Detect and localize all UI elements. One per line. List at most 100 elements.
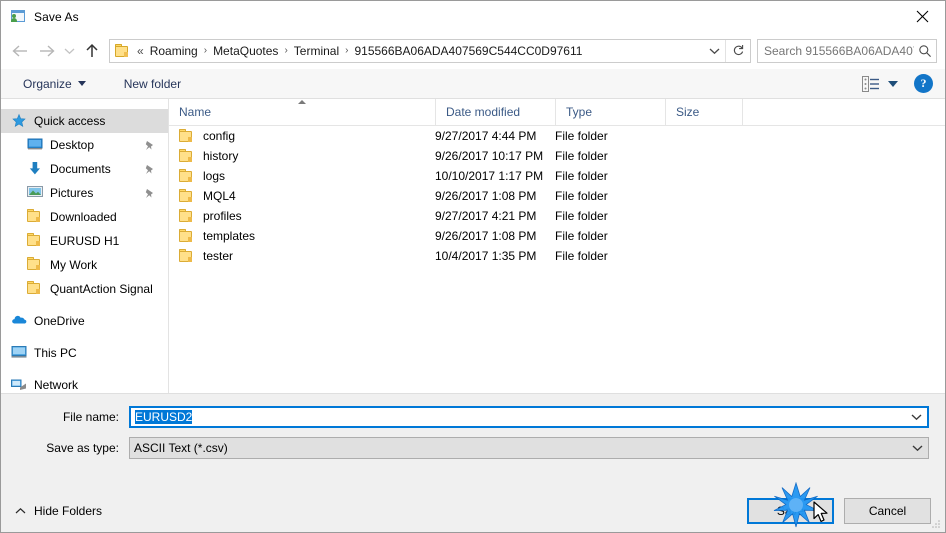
sidebar-item-quantaction-signal[interactable]: QuantAction Signal xyxy=(1,277,168,301)
sort-ascending-icon xyxy=(298,99,306,104)
folder-icon xyxy=(179,229,195,243)
chevron-up-icon xyxy=(15,504,26,518)
file-type: File folder xyxy=(555,229,608,243)
folder-icon xyxy=(179,149,195,163)
file-name-input[interactable]: EURUSD2 xyxy=(129,406,929,428)
onedrive-icon xyxy=(11,313,27,329)
breadcrumb-metaquotes[interactable]: MetaQuotes xyxy=(209,42,282,60)
folder-icon xyxy=(115,43,131,58)
pin-icon xyxy=(144,188,154,198)
navigation-bar: « Roaming › MetaQuotes › Terminal › 9155… xyxy=(1,32,945,69)
file-name: MQL4 xyxy=(203,189,236,203)
sidebar-item-onedrive[interactable]: OneDrive xyxy=(1,309,168,333)
close-button[interactable] xyxy=(899,1,945,31)
table-row[interactable]: logs 10/10/2017 1:17 PM File folder xyxy=(169,166,945,186)
save-as-type-select[interactable]: ASCII Text (*.csv) xyxy=(129,437,929,459)
folder-icon xyxy=(179,129,195,143)
table-row[interactable]: tester 10/4/2017 1:35 PM File folder xyxy=(169,246,945,266)
file-date-modified: 9/27/2017 4:44 PM xyxy=(435,129,537,143)
sidebar-item-pictures[interactable]: Pictures xyxy=(1,181,168,205)
breadcrumb-current-folder[interactable]: 915566BA06ADA407569C544CC0D97611 xyxy=(350,42,703,60)
recent-locations-button[interactable] xyxy=(59,38,79,64)
up-button[interactable] xyxy=(79,38,105,64)
folder-icon xyxy=(179,249,195,263)
column-header-spacer xyxy=(742,98,822,126)
sidebar-item-network[interactable]: Network xyxy=(1,373,168,393)
hide-folders-label: Hide Folders xyxy=(34,503,103,518)
organize-button[interactable]: Organize xyxy=(15,74,94,94)
window-title: Save As xyxy=(34,9,79,24)
search-box[interactable]: Search 915566BA06ADA40756... xyxy=(757,38,937,63)
file-date-modified: 9/26/2017 10:17 PM xyxy=(435,149,544,163)
column-label: Size xyxy=(676,105,700,119)
new-folder-button[interactable]: New folder xyxy=(116,74,189,94)
sidebar-item-quick-access[interactable]: Quick access xyxy=(1,109,168,133)
address-bar[interactable]: « Roaming › MetaQuotes › Terminal › 9155… xyxy=(109,38,751,63)
column-header-name[interactable]: Name xyxy=(169,99,435,126)
view-layout-icon[interactable] xyxy=(860,75,882,93)
table-row[interactable]: MQL4 9/26/2017 1:08 PM File folder xyxy=(169,186,945,206)
sidebar-item-documents[interactable]: Documents xyxy=(1,157,168,181)
folder-icon xyxy=(179,209,195,223)
file-name: profiles xyxy=(203,209,242,223)
file-date-modified: 9/26/2017 1:08 PM xyxy=(435,189,537,203)
help-icon[interactable]: ? xyxy=(914,74,933,93)
breadcrumb-terminal[interactable]: Terminal xyxy=(290,42,343,60)
column-label: Date modified xyxy=(446,105,521,119)
sidebar-item-my-work[interactable]: My Work xyxy=(1,253,168,277)
sidebar-item-label: My Work xyxy=(50,258,98,272)
breadcrumb-roaming[interactable]: Roaming xyxy=(146,42,202,60)
navigation-pane: Quick access Desktop Documents Pictures … xyxy=(1,99,169,393)
resize-grip-icon[interactable] xyxy=(930,518,942,530)
file-name: tester xyxy=(203,249,234,263)
save-form: File name: EURUSD2 Save as type: ASCII T… xyxy=(1,393,945,489)
chevron-down-icon[interactable] xyxy=(906,444,928,452)
chevron-down-icon xyxy=(77,81,86,86)
sidebar-item-this-pc[interactable]: This PC xyxy=(1,341,168,365)
sidebar-item-eurusd-h1[interactable]: EURUSD H1 xyxy=(1,229,168,253)
download-icon xyxy=(27,161,43,177)
back-button[interactable] xyxy=(7,38,33,64)
sidebar-item-downloaded[interactable]: Downloaded xyxy=(1,205,168,229)
file-type: File folder xyxy=(555,149,608,163)
hide-folders-button[interactable]: Hide Folders xyxy=(15,504,102,518)
chevron-down-icon[interactable] xyxy=(703,40,725,62)
search-input[interactable]: Search 915566BA06ADA40756... xyxy=(758,44,914,58)
file-name: logs xyxy=(203,169,226,183)
file-type: File folder xyxy=(555,249,608,263)
file-type: File folder xyxy=(555,129,608,143)
save-label: Save xyxy=(776,503,805,518)
table-row[interactable]: config 9/27/2017 4:44 PM File folder xyxy=(169,126,945,146)
folder-icon xyxy=(27,209,43,225)
chevron-down-icon[interactable] xyxy=(888,80,898,87)
file-name: templates xyxy=(203,229,256,243)
column-header-date-modified[interactable]: Date modified xyxy=(435,98,555,126)
network-icon xyxy=(11,377,27,393)
sidebar-item-desktop[interactable]: Desktop xyxy=(1,133,168,157)
file-type: File folder xyxy=(555,209,608,223)
folder-icon xyxy=(27,233,43,249)
sidebar-item-label: QuantAction Signal xyxy=(50,282,153,296)
save-button[interactable]: Save xyxy=(747,497,834,524)
column-header-type[interactable]: Type xyxy=(555,98,665,126)
table-row[interactable]: profiles 9/27/2017 4:21 PM File folder xyxy=(169,206,945,226)
save-as-type-value: ASCII Text (*.csv) xyxy=(134,441,228,455)
folder-icon xyxy=(179,189,195,203)
pictures-icon xyxy=(27,185,43,201)
table-row[interactable]: templates 9/26/2017 1:08 PM File folder xyxy=(169,226,945,246)
file-type: File folder xyxy=(555,169,608,183)
column-header-size[interactable]: Size xyxy=(665,98,742,126)
sidebar-item-label: Pictures xyxy=(50,186,94,200)
sidebar-item-label: Quick access xyxy=(34,114,106,128)
forward-button[interactable] xyxy=(33,38,59,64)
table-row[interactable]: history 9/26/2017 10:17 PM File folder xyxy=(169,146,945,166)
chevron-down-icon[interactable] xyxy=(905,413,927,421)
refresh-icon[interactable] xyxy=(726,40,750,62)
organize-label: Organize xyxy=(23,76,72,91)
file-rows: config 9/27/2017 4:44 PM File folder his… xyxy=(169,126,945,393)
file-type-row: Save as type: ASCII Text (*.csv) xyxy=(17,437,929,459)
cancel-button[interactable]: Cancel xyxy=(844,497,931,524)
breadcrumb-overflow[interactable]: « xyxy=(135,44,146,58)
folder-icon xyxy=(27,257,43,273)
title-bar: Save As xyxy=(1,1,945,32)
